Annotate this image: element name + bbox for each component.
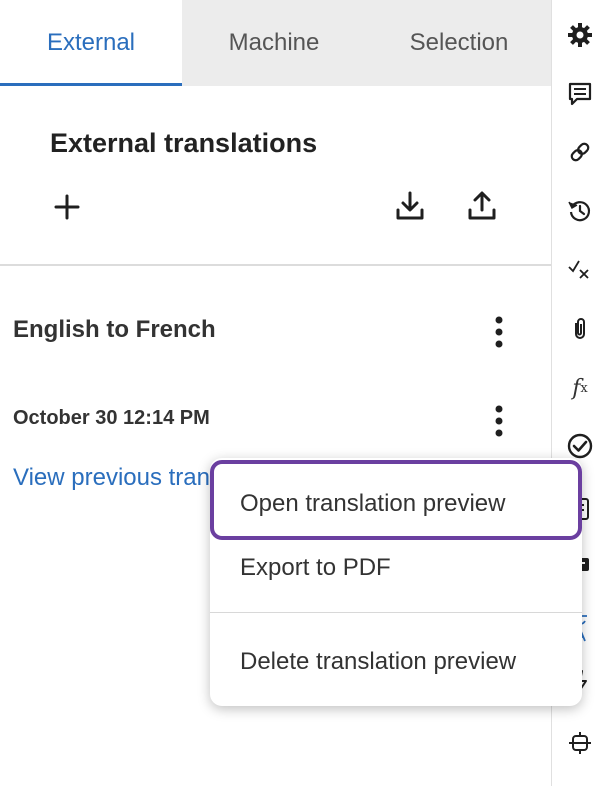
tab-bar: External Machine Selection <box>0 0 552 86</box>
tab-selection[interactable]: Selection <box>366 0 552 86</box>
link-icon[interactable] <box>562 134 598 170</box>
comment-icon[interactable] <box>562 76 598 112</box>
view-previous-link[interactable]: View previous translations <box>13 464 233 492</box>
context-menu: Open translation preview Export to PDF D… <box>210 458 582 706</box>
download-icon <box>396 191 424 220</box>
menu-item-open-translation-preview[interactable]: Open translation preview <box>210 460 582 540</box>
gear-icon[interactable] <box>562 17 598 53</box>
paperclip-icon[interactable] <box>562 311 598 347</box>
function-icon[interactable]: fx <box>562 370 598 406</box>
translation-timestamp: October 30 12:14 PM <box>13 407 210 429</box>
menu-item-label: Delete translation preview <box>240 648 517 675</box>
check-x-icon[interactable] <box>562 251 598 287</box>
upload-icon <box>468 191 496 220</box>
integrations-icon[interactable] <box>562 725 598 761</box>
add-button[interactable] <box>50 190 84 224</box>
menu-item-delete-translation-preview[interactable]: Delete translation preview <box>210 632 582 692</box>
menu-item-label: Open translation preview <box>240 490 506 517</box>
menu-divider <box>210 612 582 613</box>
plus-icon <box>54 194 80 220</box>
tab-machine[interactable]: Machine <box>182 0 366 86</box>
section-title: External translations <box>50 128 318 158</box>
kebab-icon <box>495 405 503 437</box>
section-divider <box>0 264 552 266</box>
menu-item-label: Export to PDF <box>240 554 391 581</box>
tab-external[interactable]: External <box>0 0 182 86</box>
menu-item-export-pdf[interactable]: Export to PDF <box>210 538 582 598</box>
download-button[interactable] <box>392 188 428 224</box>
kebab-icon <box>495 316 503 348</box>
entry-more-options-button[interactable] <box>485 401 513 441</box>
translation-group-title: English to French <box>13 316 216 343</box>
upload-button[interactable] <box>464 188 500 224</box>
history-icon[interactable] <box>562 193 598 229</box>
group-more-options-button[interactable] <box>485 312 513 352</box>
